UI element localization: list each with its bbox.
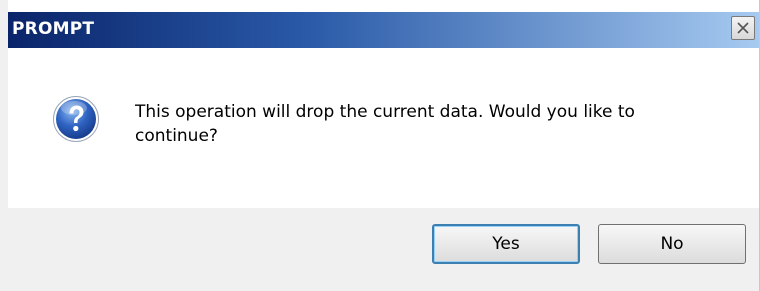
no-button[interactable]: No <box>598 224 746 264</box>
title-bar[interactable]: PROMPT <box>8 12 759 48</box>
question-icon <box>53 96 99 142</box>
close-button[interactable] <box>731 16 755 40</box>
dialog-title: PROMPT <box>12 19 95 39</box>
dialog-content: This operation will drop the current dat… <box>8 48 759 208</box>
close-icon <box>737 22 749 34</box>
dialog-message: This operation will drop the current dat… <box>135 102 635 146</box>
yes-button[interactable]: Yes <box>432 224 580 264</box>
dialog-footer: Yes No <box>8 208 759 291</box>
prompt-dialog: PROMPT This operation will drop the curr… <box>0 0 760 291</box>
